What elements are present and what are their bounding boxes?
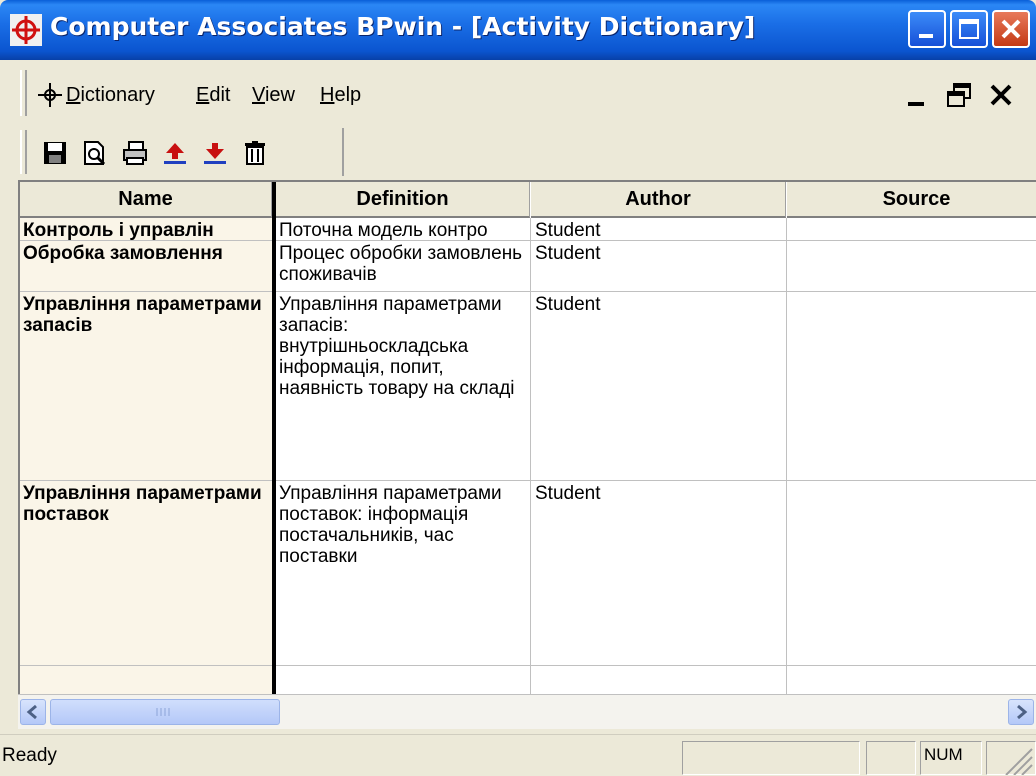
- cell-name-empty[interactable]: [20, 666, 272, 696]
- import-icon[interactable]: [162, 140, 188, 166]
- maximize-button[interactable]: [950, 10, 988, 48]
- menu-dictionary-rest: ictionary: [80, 84, 155, 106]
- menu-edit[interactable]: Edit: [196, 84, 230, 107]
- grip-icon: [156, 708, 170, 716]
- toolbar-strip: [30, 128, 344, 176]
- scroll-right-button[interactable]: [1008, 699, 1034, 725]
- cell-definition[interactable]: Поточна модель контро: [276, 218, 531, 240]
- close-button[interactable]: [992, 10, 1030, 48]
- toolbar-grip[interactable]: [20, 130, 27, 174]
- menu-view[interactable]: View: [252, 84, 295, 107]
- document-restore-button[interactable]: [942, 78, 978, 112]
- cell-author[interactable]: Student: [532, 218, 787, 240]
- status-text: Ready: [2, 745, 57, 766]
- chevron-left-icon: [26, 704, 37, 720]
- bpwin-window: Computer Associates BPwin - [Activity Di…: [0, 0, 1036, 776]
- document-minimize-button[interactable]: [900, 78, 936, 112]
- cell-definition-empty[interactable]: [276, 666, 531, 696]
- cell-definition[interactable]: Управління параметрами поставок: інформа…: [276, 481, 531, 665]
- cell-source[interactable]: [788, 481, 1036, 665]
- cell-source[interactable]: [788, 218, 1036, 240]
- cell-definition[interactable]: Управління параметрами запасів: внутрішн…: [276, 292, 531, 480]
- cell-name[interactable]: Обробка замовлення: [20, 241, 272, 291]
- maximize-icon: [959, 19, 979, 39]
- menu-bar: Dictionary Edit View Help: [0, 60, 1036, 127]
- table-row[interactable]: Управління параметрами поставок Управлін…: [20, 481, 1036, 666]
- menu-view-rest: iew: [264, 84, 295, 106]
- save-icon[interactable]: [42, 140, 68, 166]
- status-pane: [866, 741, 916, 775]
- document-icon[interactable]: [37, 82, 63, 108]
- menu-bar-grip[interactable]: [20, 70, 27, 116]
- menu-help[interactable]: Help: [320, 84, 361, 107]
- frozen-column-separator[interactable]: [272, 182, 276, 696]
- table-row-empty[interactable]: [20, 666, 1036, 696]
- minimize-icon: [919, 34, 933, 38]
- export-icon[interactable]: [202, 140, 228, 166]
- cell-author[interactable]: Student: [532, 481, 787, 665]
- title-bar[interactable]: Computer Associates BPwin - [Activity Di…: [0, 0, 1036, 60]
- bpwin-app-icon[interactable]: [10, 14, 42, 46]
- print-preview-icon[interactable]: [82, 140, 108, 166]
- chevron-right-icon: [1017, 704, 1028, 720]
- document-close-button[interactable]: [984, 78, 1020, 112]
- delete-icon[interactable]: [242, 140, 268, 166]
- column-header-author[interactable]: Author: [531, 182, 786, 218]
- table-row[interactable]: Контроль і управлін Поточна модель контр…: [20, 218, 1036, 241]
- close-icon: [1001, 19, 1021, 39]
- cell-source[interactable]: [788, 292, 1036, 480]
- resize-grip-icon[interactable]: [1000, 743, 1034, 775]
- cell-author-empty[interactable]: [532, 666, 787, 696]
- cell-source-empty[interactable]: [788, 666, 1036, 696]
- status-pane: [682, 741, 860, 775]
- window-title: Computer Associates BPwin - [Activity Di…: [50, 12, 756, 41]
- toolbar: [0, 126, 1036, 180]
- scroll-left-button[interactable]: [20, 699, 46, 725]
- cell-definition[interactable]: Процес обробки замовлень споживачів: [276, 241, 531, 291]
- minimize-button[interactable]: [908, 10, 946, 48]
- menu-help-rest: elp: [334, 84, 362, 106]
- cell-name[interactable]: Управління параметрами поставок: [20, 481, 272, 665]
- menu-edit-rest: dit: [209, 84, 231, 106]
- print-icon[interactable]: [122, 140, 148, 166]
- column-header-name[interactable]: Name: [20, 182, 272, 218]
- column-header-source[interactable]: Source: [787, 182, 1036, 218]
- cell-source[interactable]: [788, 241, 1036, 291]
- status-bar: Ready NUM: [0, 734, 1036, 776]
- cell-author[interactable]: Student: [532, 292, 787, 480]
- activity-dictionary-grid[interactable]: Name Definition Author Source Контроль і…: [18, 180, 1036, 696]
- cell-author[interactable]: Student: [532, 241, 787, 291]
- table-row[interactable]: Управління параметрами запасів Управлінн…: [20, 292, 1036, 481]
- column-header-definition[interactable]: Definition: [276, 182, 530, 218]
- num-lock-indicator: NUM: [924, 745, 963, 764]
- scroll-thumb[interactable]: [50, 699, 280, 725]
- horizontal-scrollbar[interactable]: [18, 694, 1036, 729]
- menu-dictionary[interactable]: Dictionary: [66, 84, 155, 107]
- table-row[interactable]: Обробка замовлення Процес обробки замовл…: [20, 241, 1036, 292]
- cell-name[interactable]: Контроль і управлін: [20, 218, 272, 240]
- cell-name[interactable]: Управління параметрами запасів: [20, 292, 272, 480]
